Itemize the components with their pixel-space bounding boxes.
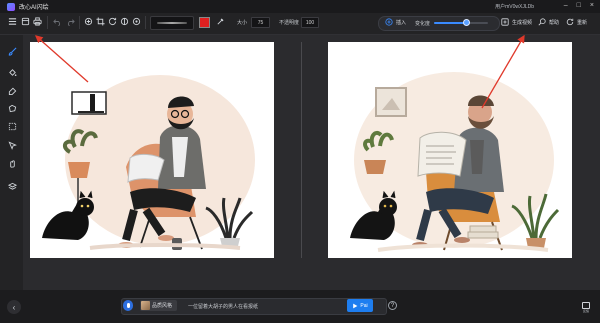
opacity-input[interactable]: 100 <box>301 17 319 28</box>
generate-video-label: 生成视频 <box>512 19 533 26</box>
brush-icon[interactable] <box>6 45 18 57</box>
insert-button[interactable]: 插入 <box>385 16 406 28</box>
feedback-label: 反馈 <box>582 309 589 313</box>
refresh-label: 重新 <box>577 19 588 26</box>
style-thumbnail <box>141 301 150 310</box>
input-illustration <box>30 42 274 258</box>
app-title: 改心AI闪绘 <box>19 5 49 11</box>
size-label: 大小 <box>237 20 248 26</box>
toolbar-divider <box>79 16 80 29</box>
help-label: 帮助 <box>549 19 560 26</box>
opacity-label: 不透明度 <box>279 20 300 26</box>
redo-icon[interactable] <box>65 16 76 27</box>
feedback-icon <box>582 302 590 309</box>
rotate-icon[interactable] <box>107 16 118 27</box>
crop-icon[interactable] <box>95 16 106 27</box>
brush-stroke <box>157 22 187 24</box>
prompt-input[interactable]: 一位留着大胡子的男人在看报纸 <box>188 303 258 310</box>
play-icon <box>353 303 358 308</box>
strength-label: 变化度 <box>415 21 431 27</box>
pen-icon[interactable] <box>6 139 18 151</box>
lasso-icon[interactable] <box>6 102 18 114</box>
print-icon[interactable] <box>32 16 43 27</box>
hand-icon[interactable] <box>6 157 18 169</box>
user-id[interactable]: 用户mV0wXJLDb <box>495 3 534 10</box>
undo-icon[interactable] <box>52 16 63 27</box>
maximize-button[interactable]: □ <box>577 2 581 10</box>
strength-slider-thumb[interactable] <box>462 19 470 26</box>
brush-preview[interactable] <box>150 16 194 30</box>
fill-bucket-icon[interactable] <box>6 66 18 78</box>
paint-button[interactable]: Pai <box>347 299 373 312</box>
app-logo <box>7 2 15 11</box>
canvas-divider <box>301 42 302 258</box>
window-controls: – □ × <box>564 2 594 10</box>
insert-label: 插入 <box>396 19 407 26</box>
close-button[interactable]: × <box>590 2 594 10</box>
toolbar-divider <box>47 16 48 29</box>
video-icon <box>501 18 509 26</box>
layers-icon[interactable] <box>6 180 18 192</box>
flip-icon[interactable] <box>119 16 130 27</box>
feedback-button[interactable]: 反馈 <box>580 302 592 315</box>
style-chip-label: 品质风格 <box>152 303 173 309</box>
menu-icon[interactable] <box>7 16 18 27</box>
brush-color-swatch[interactable] <box>199 17 210 28</box>
help-button[interactable]: 帮助 <box>538 16 559 28</box>
microphone-button[interactable] <box>123 300 133 311</box>
title-bar: 改心AI闪绘 用户mV0wXJLDb – □ × <box>0 0 600 13</box>
info-button[interactable]: ? <box>388 301 397 310</box>
minimize-button[interactable]: – <box>564 2 568 10</box>
refresh-icon <box>566 18 574 26</box>
open-file-icon[interactable] <box>20 16 31 27</box>
strength-slider[interactable] <box>434 19 488 26</box>
back-button[interactable]: ‹ <box>7 300 21 314</box>
generate-video-button[interactable]: 生成视频 <box>501 16 532 28</box>
strength-slider-fill <box>434 22 467 24</box>
eraser-icon[interactable] <box>6 84 18 96</box>
microphone-icon <box>126 303 130 308</box>
input-canvas[interactable] <box>30 42 274 258</box>
eyedropper-icon[interactable] <box>215 16 226 27</box>
adjust-icon[interactable] <box>131 16 142 27</box>
toolbar-divider <box>145 16 146 29</box>
select-rect-icon[interactable] <box>6 120 18 132</box>
style-chip[interactable]: 品质风格 <box>140 300 177 311</box>
search-help-icon <box>538 18 546 26</box>
insert-icon <box>385 18 393 26</box>
size-input[interactable]: 75 <box>251 17 270 28</box>
output-canvas[interactable] <box>328 42 572 258</box>
paint-button-label: Pai <box>360 302 368 309</box>
refresh-button[interactable]: 重新 <box>566 16 587 28</box>
output-illustration <box>328 42 572 258</box>
transform-icon[interactable] <box>83 16 94 27</box>
